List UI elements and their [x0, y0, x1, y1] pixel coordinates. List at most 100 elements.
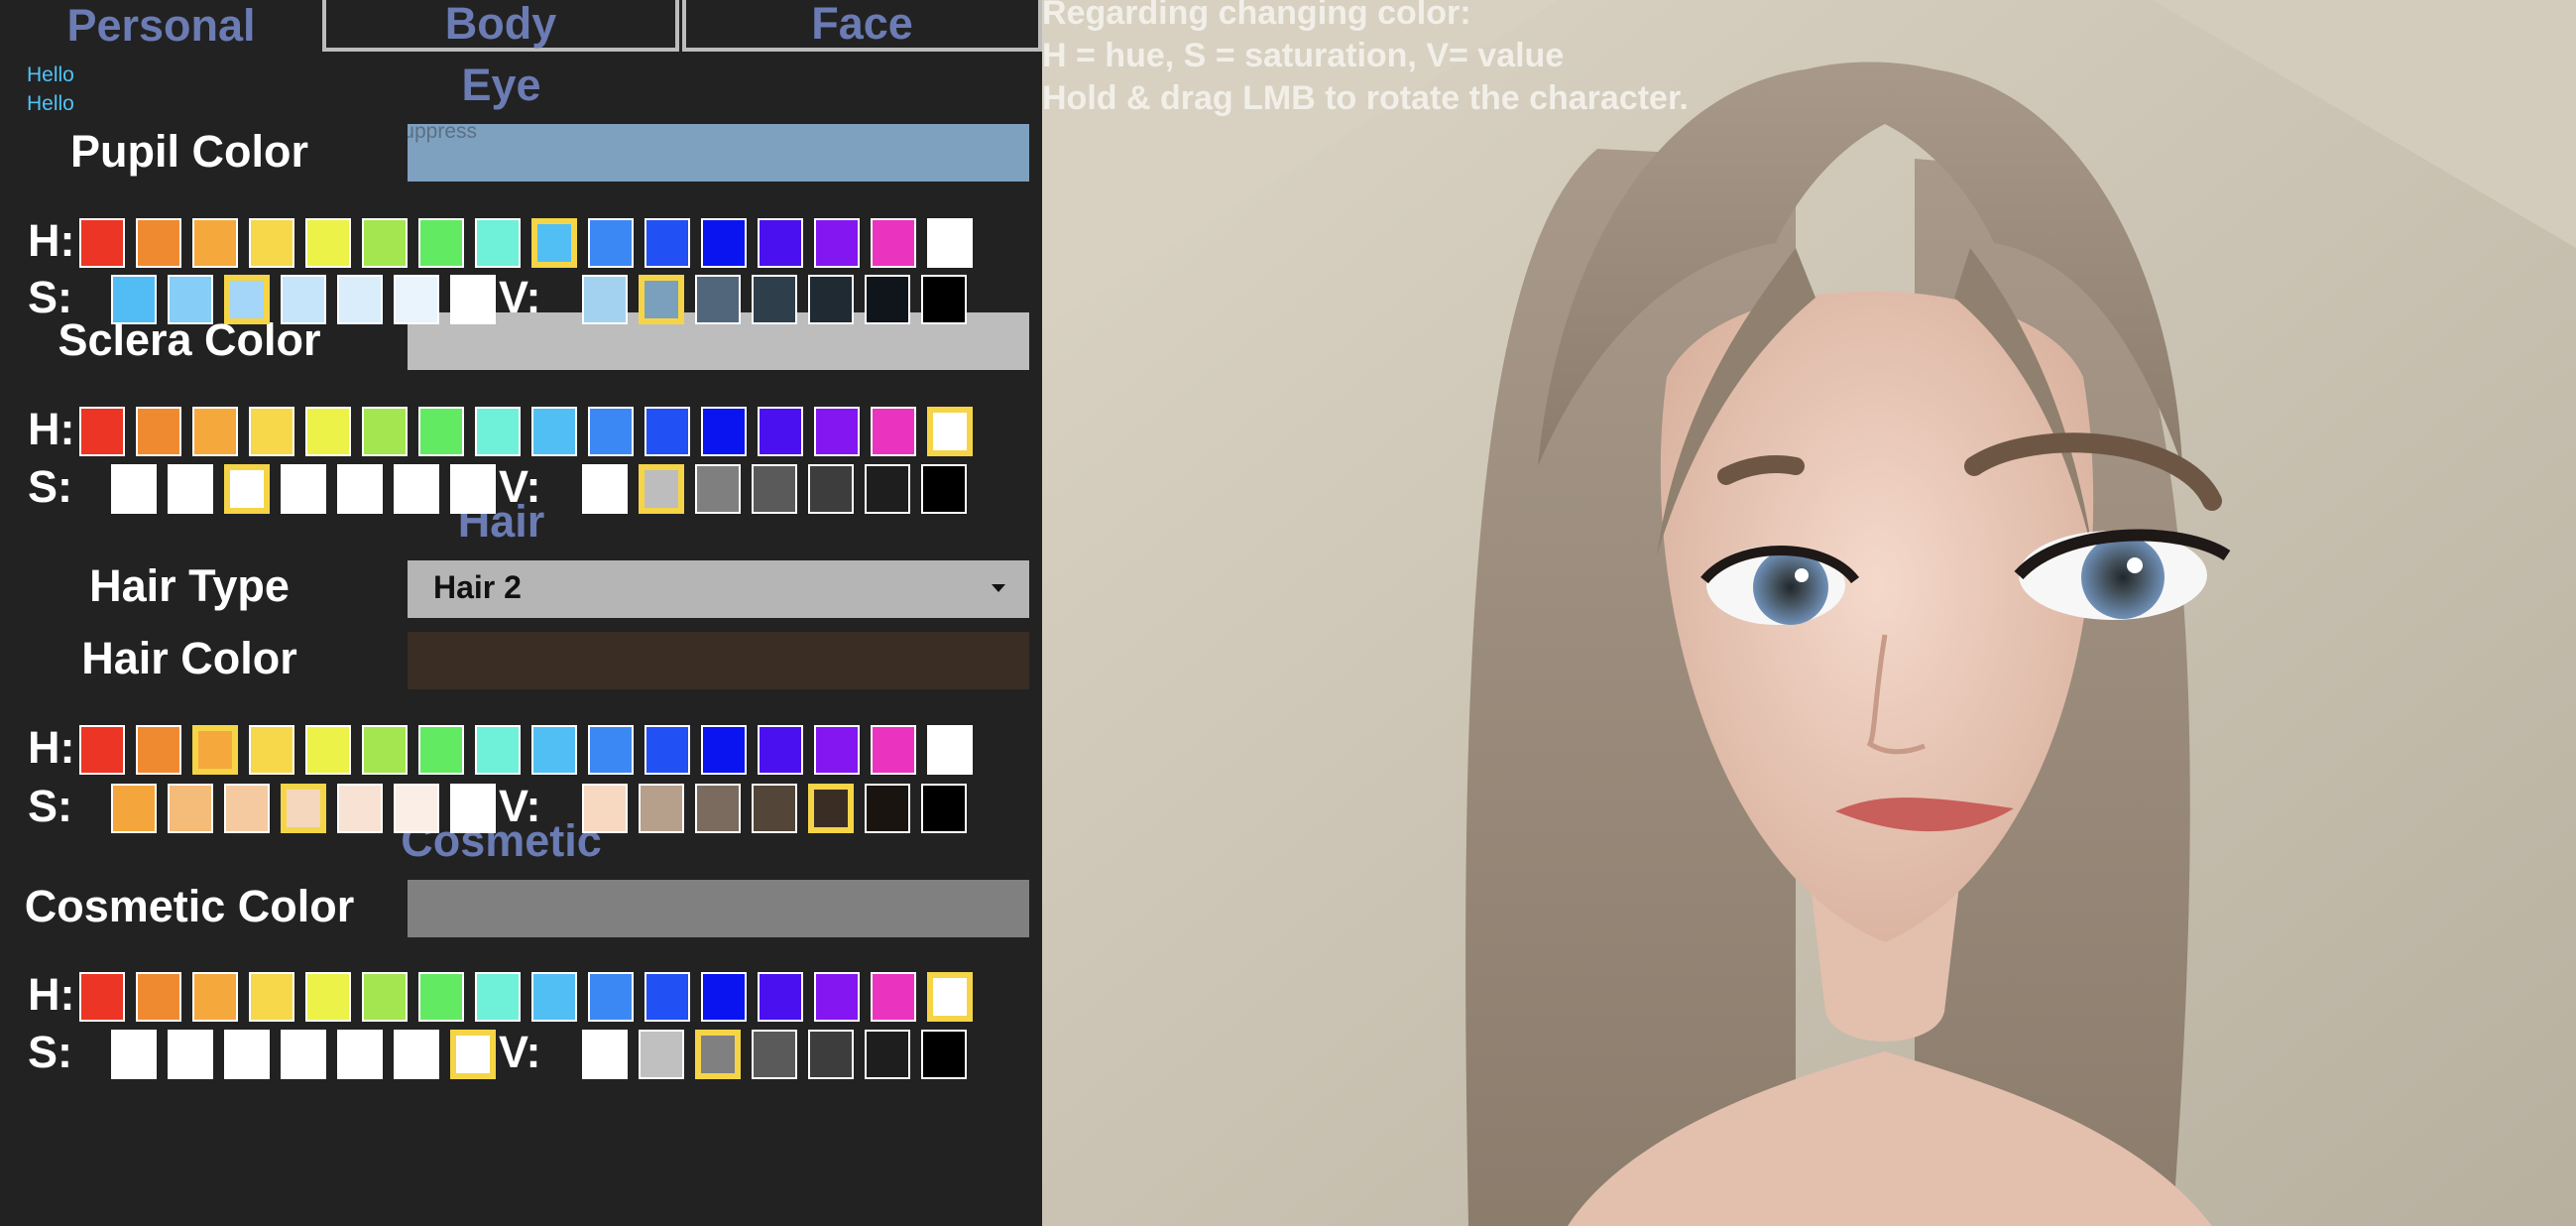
hair-saturation-swatch[interactable] — [394, 784, 439, 833]
pupil-hue-swatch[interactable] — [305, 218, 351, 268]
sclera-value-swatch[interactable] — [808, 464, 854, 514]
pupil-saturation-swatch[interactable] — [224, 275, 270, 324]
sclera-saturation-swatch[interactable] — [394, 464, 439, 514]
cosmetic-hue-swatch[interactable] — [475, 972, 521, 1022]
pupil-hue-swatch[interactable] — [814, 218, 860, 268]
cosmetic-saturation-swatch[interactable] — [394, 1030, 439, 1079]
pupil-saturation-swatch[interactable] — [337, 275, 383, 324]
hair-value-swatch[interactable] — [752, 784, 797, 833]
sclera-hue-swatch[interactable] — [305, 407, 351, 456]
pupil-value-swatch[interactable] — [865, 275, 910, 324]
sclera-hue-swatch[interactable] — [644, 407, 690, 456]
sclera-hue-swatch[interactable] — [927, 407, 973, 456]
cosmetic-hue-swatch[interactable] — [814, 972, 860, 1022]
pupil-value-swatch[interactable] — [695, 275, 741, 324]
hair-hue-swatch[interactable] — [701, 725, 747, 775]
hair-value-swatch[interactable] — [865, 784, 910, 833]
hair-hue-swatch[interactable] — [79, 725, 125, 775]
cosmetic-hue-swatch[interactable] — [136, 972, 181, 1022]
sclera-saturation-swatch[interactable] — [224, 464, 270, 514]
sclera-saturation-swatch[interactable] — [168, 464, 213, 514]
hair-hue-swatch[interactable] — [475, 725, 521, 775]
cosmetic-value-swatch[interactable] — [695, 1030, 741, 1079]
cosmetic-value-swatch[interactable] — [752, 1030, 797, 1079]
cosmetic-hue-swatch[interactable] — [192, 972, 238, 1022]
pupil-hue-swatch[interactable] — [249, 218, 294, 268]
pupil-hue-swatch[interactable] — [927, 218, 973, 268]
sclera-value-swatch[interactable] — [865, 464, 910, 514]
hair-saturation-swatch[interactable] — [450, 784, 496, 833]
pupil-value-swatch[interactable] — [808, 275, 854, 324]
hair-hue-swatch[interactable] — [927, 725, 973, 775]
hair-saturation-swatch[interactable] — [281, 784, 326, 833]
cosmetic-hue-swatch[interactable] — [531, 972, 577, 1022]
pupil-hue-swatch[interactable] — [79, 218, 125, 268]
pupil-value-swatch[interactable] — [582, 275, 628, 324]
hair-value-swatch[interactable] — [808, 784, 854, 833]
hair-hue-swatch[interactable] — [871, 725, 916, 775]
hair-saturation-swatch[interactable] — [168, 784, 213, 833]
pupil-hue-swatch[interactable] — [588, 218, 634, 268]
hair-hue-swatch[interactable] — [249, 725, 294, 775]
hair-hue-swatch[interactable] — [305, 725, 351, 775]
cosmetic-hue-swatch[interactable] — [305, 972, 351, 1022]
cosmetic-hue-swatch[interactable] — [79, 972, 125, 1022]
sclera-hue-swatch[interactable] — [136, 407, 181, 456]
sclera-value-swatch[interactable] — [921, 464, 967, 514]
pupil-hue-swatch[interactable] — [475, 218, 521, 268]
pupil-hue-swatch[interactable] — [136, 218, 181, 268]
hair-type-dropdown[interactable]: Hair 2 — [408, 560, 1029, 618]
cosmetic-hue-swatch[interactable] — [249, 972, 294, 1022]
cosmetic-saturation-swatch[interactable] — [337, 1030, 383, 1079]
sclera-saturation-swatch[interactable] — [281, 464, 326, 514]
sclera-hue-swatch[interactable] — [249, 407, 294, 456]
sclera-value-swatch[interactable] — [639, 464, 684, 514]
sclera-value-swatch[interactable] — [582, 464, 628, 514]
hair-hue-swatch[interactable] — [758, 725, 803, 775]
hair-hue-swatch[interactable] — [362, 725, 408, 775]
pupil-saturation-swatch[interactable] — [168, 275, 213, 324]
sclera-value-swatch[interactable] — [695, 464, 741, 514]
sclera-hue-swatch[interactable] — [362, 407, 408, 456]
cosmetic-value-swatch[interactable] — [865, 1030, 910, 1079]
hair-value-swatch[interactable] — [582, 784, 628, 833]
pupil-hue-swatch[interactable] — [418, 218, 464, 268]
sclera-hue-swatch[interactable] — [418, 407, 464, 456]
cosmetic-value-swatch[interactable] — [921, 1030, 967, 1079]
cosmetic-saturation-swatch[interactable] — [168, 1030, 213, 1079]
pupil-saturation-swatch[interactable] — [111, 275, 157, 324]
cosmetic-hue-swatch[interactable] — [701, 972, 747, 1022]
hair-saturation-swatch[interactable] — [224, 784, 270, 833]
cosmetic-value-swatch[interactable] — [582, 1030, 628, 1079]
cosmetic-hue-swatch[interactable] — [362, 972, 408, 1022]
hair-hue-swatch[interactable] — [192, 725, 238, 775]
cosmetic-value-swatch[interactable] — [808, 1030, 854, 1079]
cosmetic-value-swatch[interactable] — [639, 1030, 684, 1079]
sclera-hue-swatch[interactable] — [814, 407, 860, 456]
cosmetic-hue-swatch[interactable] — [418, 972, 464, 1022]
sclera-saturation-swatch[interactable] — [450, 464, 496, 514]
tab-face[interactable]: Face — [682, 0, 1042, 52]
sclera-hue-swatch[interactable] — [475, 407, 521, 456]
pupil-value-swatch[interactable] — [639, 275, 684, 324]
sclera-hue-swatch[interactable] — [758, 407, 803, 456]
pupil-hue-swatch[interactable] — [362, 218, 408, 268]
sclera-hue-swatch[interactable] — [79, 407, 125, 456]
pupil-hue-swatch[interactable] — [644, 218, 690, 268]
cosmetic-saturation-swatch[interactable] — [450, 1030, 496, 1079]
pupil-saturation-swatch[interactable] — [394, 275, 439, 324]
hair-hue-swatch[interactable] — [644, 725, 690, 775]
tab-personal[interactable]: Personal — [0, 0, 322, 52]
hair-hue-swatch[interactable] — [136, 725, 181, 775]
hair-saturation-swatch[interactable] — [111, 784, 157, 833]
pupil-hue-swatch[interactable] — [531, 218, 577, 268]
pupil-hue-swatch[interactable] — [871, 218, 916, 268]
pupil-hue-swatch[interactable] — [758, 218, 803, 268]
sclera-hue-swatch[interactable] — [531, 407, 577, 456]
character-viewport[interactable]: Regarding changing color: H = hue, S = s… — [1042, 0, 2576, 1226]
tab-body[interactable]: Body — [322, 0, 679, 52]
sclera-value-swatch[interactable] — [752, 464, 797, 514]
hair-value-swatch[interactable] — [695, 784, 741, 833]
pupil-hue-swatch[interactable] — [192, 218, 238, 268]
hair-hue-swatch[interactable] — [588, 725, 634, 775]
